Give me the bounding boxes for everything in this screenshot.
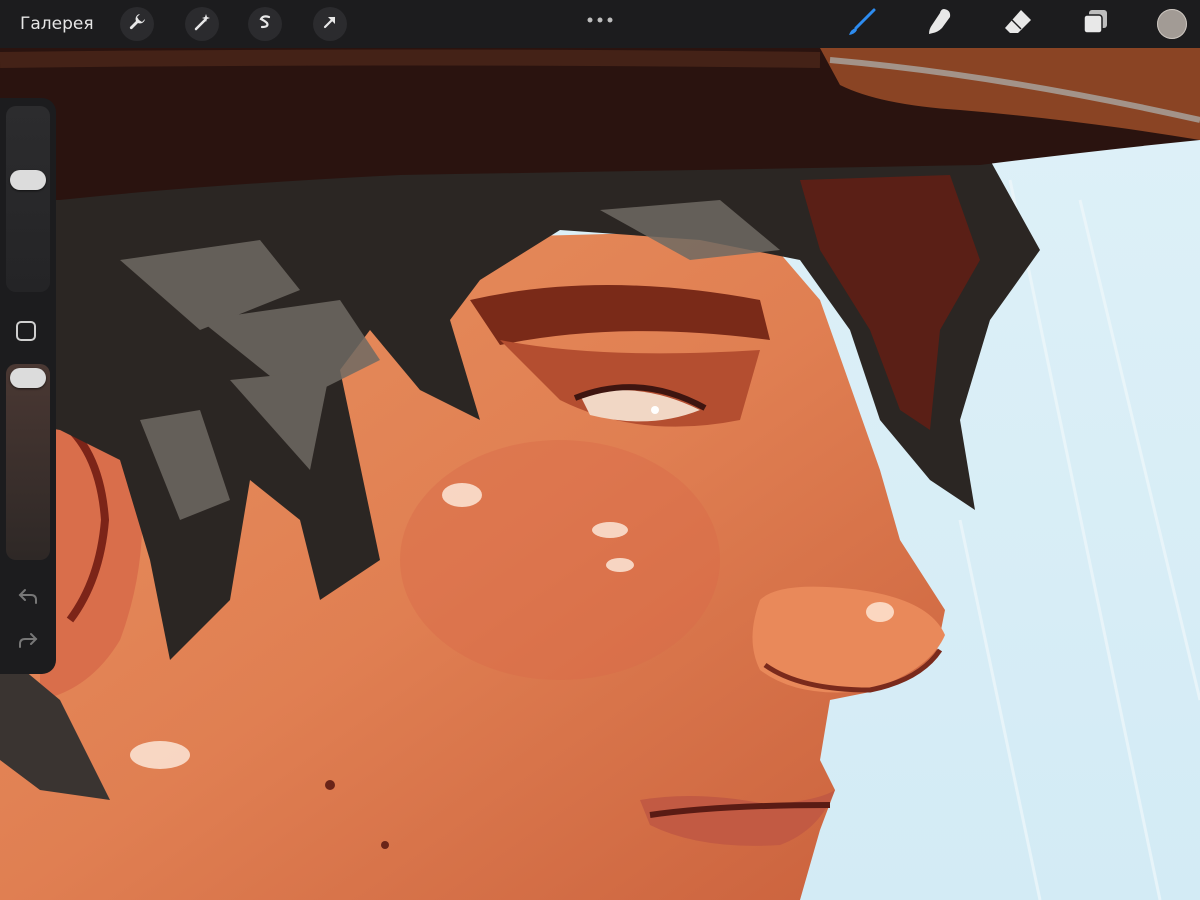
top-toolbar: Галерея bbox=[0, 0, 1200, 48]
undo-button[interactable] bbox=[14, 584, 42, 612]
smudge-tool-button[interactable] bbox=[924, 8, 956, 40]
arrow-cursor-icon bbox=[320, 12, 340, 36]
color-picker-button[interactable] bbox=[1157, 9, 1187, 39]
redo-icon bbox=[17, 629, 39, 655]
transform-button[interactable] bbox=[313, 7, 347, 41]
gallery-button[interactable]: Галерея bbox=[20, 12, 94, 36]
ellipsis-icon bbox=[587, 8, 613, 27]
undo-icon bbox=[17, 585, 39, 611]
brush-tool-button[interactable] bbox=[846, 8, 878, 40]
opacity-knob[interactable] bbox=[10, 368, 46, 388]
more-options-button[interactable] bbox=[587, 8, 613, 23]
brush-icon bbox=[846, 6, 878, 42]
smudge-finger-icon bbox=[924, 6, 956, 42]
magic-wand-icon bbox=[192, 12, 212, 36]
modify-button[interactable] bbox=[16, 321, 36, 341]
layers-icon bbox=[1080, 6, 1112, 42]
eraser-tool-button[interactable] bbox=[1002, 8, 1034, 40]
redo-button[interactable] bbox=[14, 628, 42, 656]
actions-button[interactable] bbox=[120, 7, 154, 41]
selection-s-icon bbox=[255, 12, 275, 36]
drawing-canvas[interactable] bbox=[0, 0, 1200, 900]
wrench-icon bbox=[127, 12, 147, 36]
brush-size-slider[interactable] bbox=[6, 106, 50, 292]
adjustments-button[interactable] bbox=[185, 7, 219, 41]
layers-button[interactable] bbox=[1080, 8, 1112, 40]
opacity-slider[interactable] bbox=[6, 364, 50, 560]
selection-button[interactable] bbox=[248, 7, 282, 41]
brush-size-knob[interactable] bbox=[10, 170, 46, 191]
left-sidebar bbox=[0, 98, 56, 674]
eraser-icon bbox=[1002, 6, 1034, 42]
